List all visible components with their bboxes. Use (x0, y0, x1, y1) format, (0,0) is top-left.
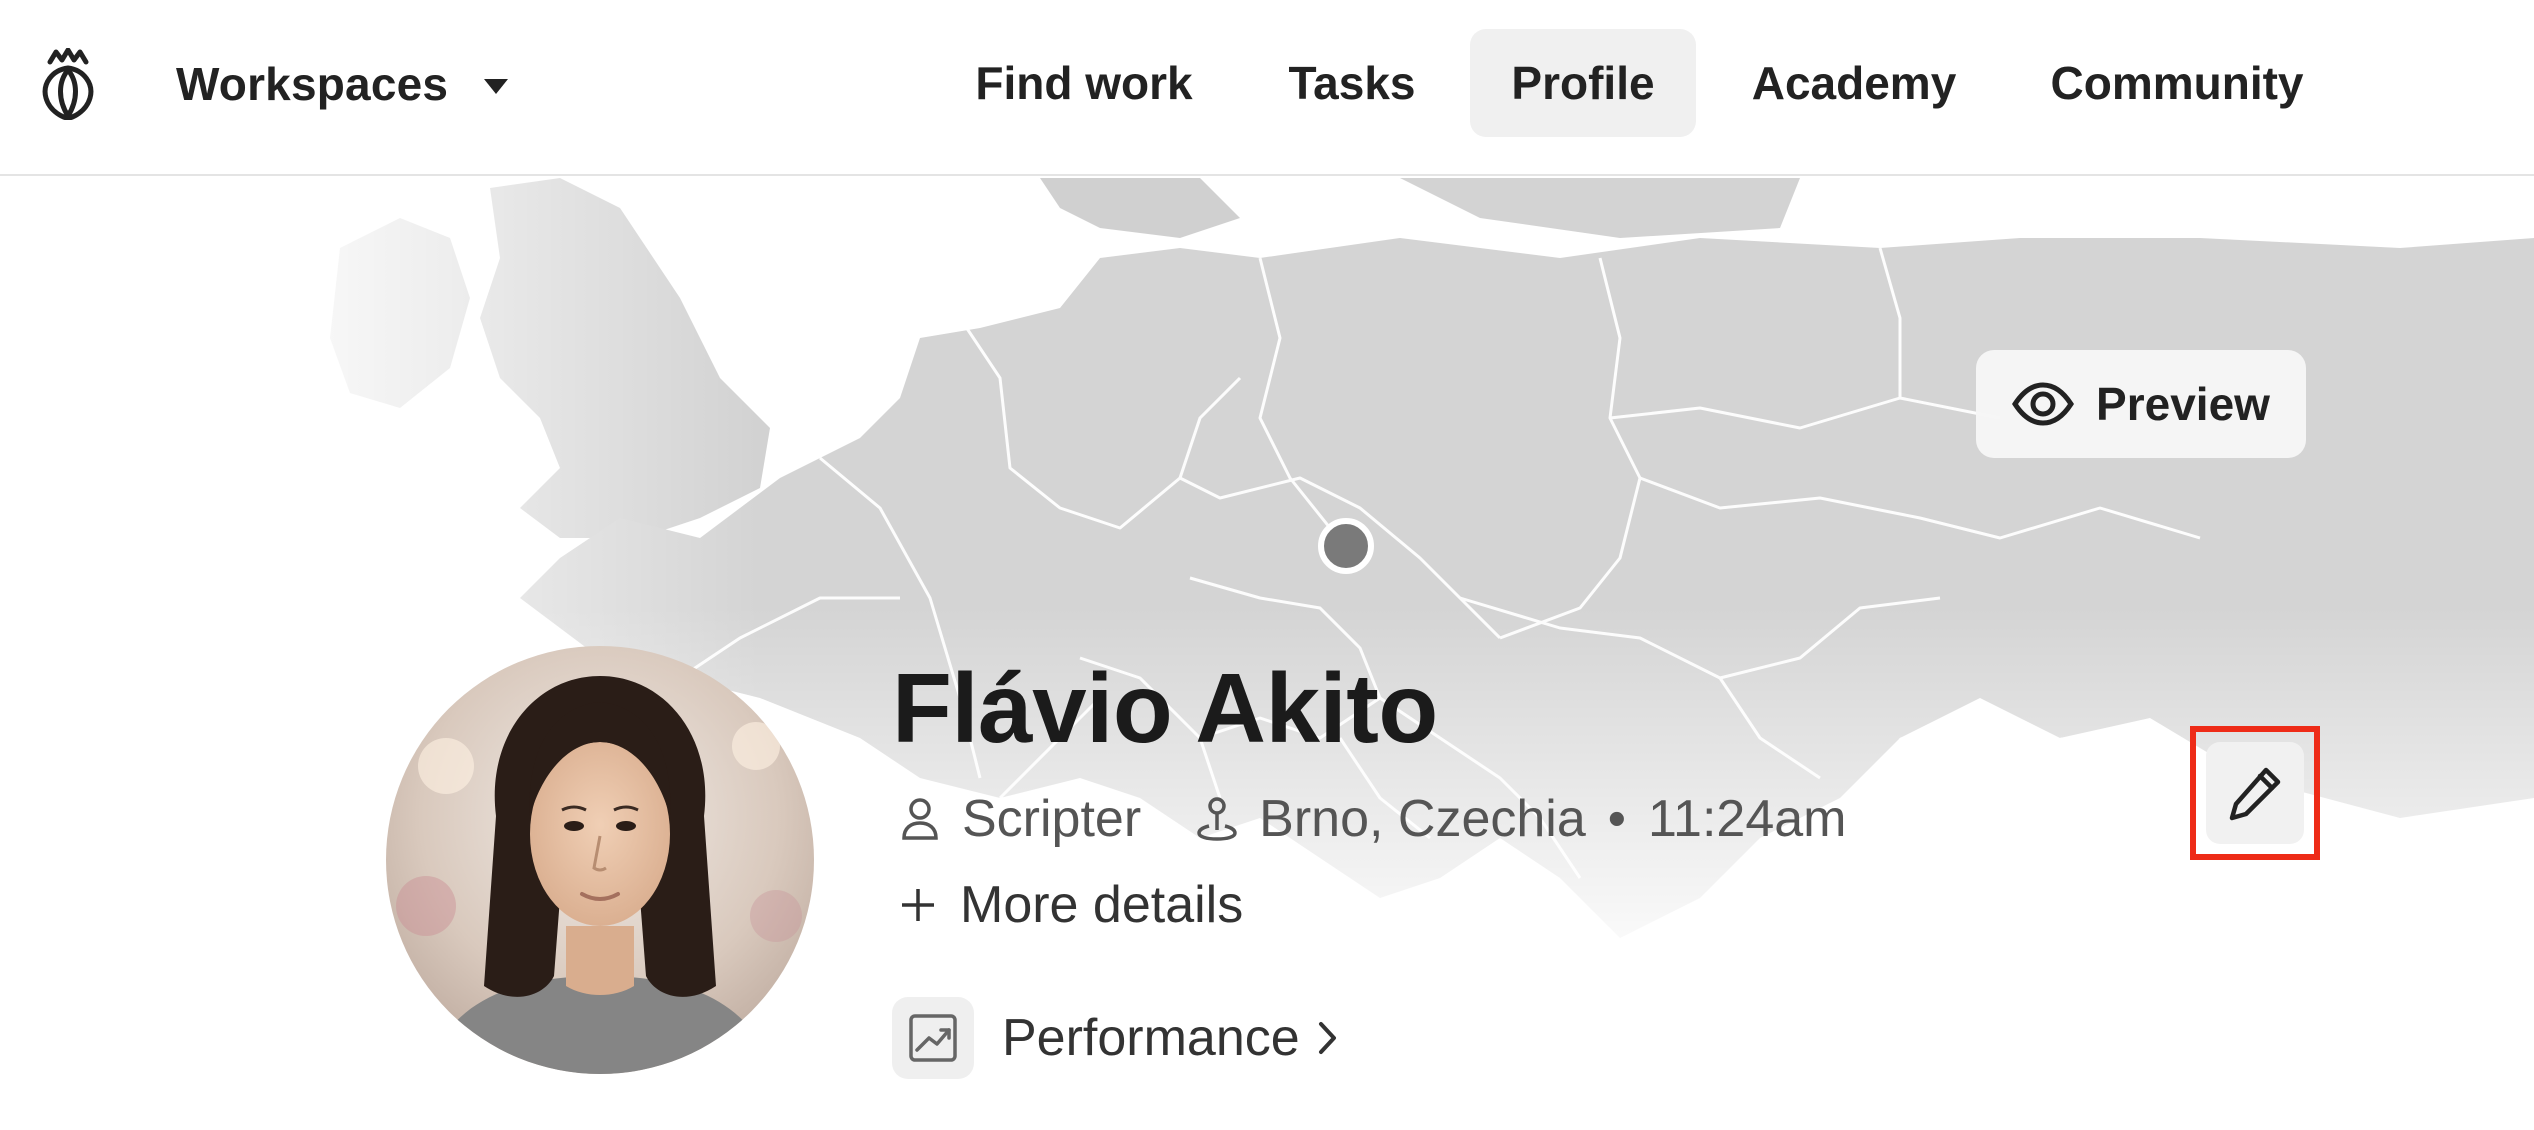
pencil-icon (2229, 767, 2281, 821)
preview-label: Preview (2096, 378, 2270, 430)
more-details-link[interactable]: More details (900, 870, 1243, 940)
profile-name: Flávio Akito (892, 653, 1438, 763)
trend-chart-icon (892, 997, 974, 1079)
performance-link[interactable]: Performance (892, 996, 1338, 1080)
edit-profile-button[interactable] (2190, 726, 2320, 860)
edit-button-surface (2206, 742, 2304, 844)
plus-icon (902, 889, 934, 921)
nav-find-work[interactable]: Find work (960, 29, 1208, 137)
top-navigation-bar: Workspaces Find work Tasks Profile Acade… (0, 0, 2534, 176)
person-icon (902, 798, 938, 840)
profile-role: Scripter (962, 790, 1142, 848)
profile-location: Brno, Czechia (1259, 790, 1586, 848)
nav-academy[interactable]: Academy (1736, 29, 1972, 137)
nav-profile[interactable]: Profile (1470, 29, 1696, 137)
more-details-label: More details (960, 876, 1244, 934)
performance-label: Performance (1002, 1009, 1300, 1067)
nav-community[interactable]: Community (2024, 29, 2330, 137)
location-pin-icon (1318, 518, 1374, 574)
preview-button[interactable]: Preview (1976, 350, 2306, 458)
location-icon (1197, 797, 1237, 841)
profile-local-time: 11:24am (1647, 790, 1847, 848)
nav-tasks[interactable]: Tasks (1262, 29, 1442, 137)
chevron-right-icon (1318, 1022, 1336, 1054)
meta-separator: • (1607, 790, 1626, 848)
main-nav: Find work Tasks Profile Academy Communit… (0, 29, 2534, 137)
eye-icon (2012, 382, 2075, 426)
avatar (386, 646, 814, 1074)
profile-meta-row: Scripter Brno, Czechia • 11:24am (900, 784, 1847, 854)
